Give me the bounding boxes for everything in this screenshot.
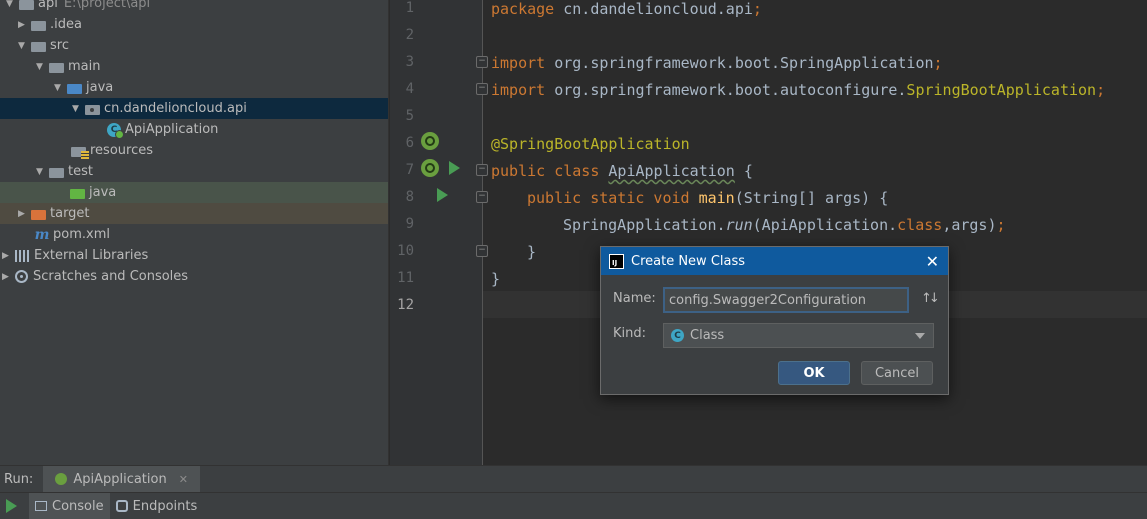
chevron-down-icon[interactable]: ▼ [52,82,63,93]
tree-root-api[interactable]: ▼ api E:\project\api [0,0,388,14]
module-folder-icon [19,0,34,10]
run-gutter-icon[interactable] [449,161,460,175]
tree-item-java-main[interactable]: ▼ java [0,77,388,98]
line-number: 11 [397,270,414,286]
chevron-right-icon[interactable]: ▶ [16,208,27,219]
tree-item-scratches[interactable]: ▶ Scratches and Consoles [0,266,388,287]
line-number: 1 [405,0,414,16]
project-tool-window: ▼ api E:\project\api ▶ .idea ▼ src ▼ mai… [0,0,389,465]
run-label: Run: [4,471,34,487]
line-number: 4 [405,81,414,97]
excluded-folder-icon [31,208,46,220]
tree-item-pom[interactable]: m pom.xml [0,224,388,245]
tree-item-main[interactable]: ▼ main [0,56,388,77]
close-icon[interactable]: ✕ [926,252,939,271]
run-tab-apiapplication[interactable]: ApiApplication ✕ [43,465,200,493]
class-name-input[interactable] [663,287,909,313]
tree-item-external-libraries[interactable]: ▶ External Libraries [0,245,388,266]
name-label: Name: [613,291,656,306]
chevron-right-icon[interactable]: ▶ [16,19,27,30]
scratches-icon [15,270,28,283]
run-icon[interactable] [6,499,17,513]
code-line-9: SpringApplication.run(ApiApplication.cla… [563,216,1006,234]
libraries-icon [15,249,29,262]
tree-item-src[interactable]: ▼ src [0,35,388,56]
line-number: 3 [405,54,414,70]
line-number: 5 [405,108,414,124]
ok-button[interactable]: OK [778,361,850,385]
line-number: 6 [405,135,414,151]
resources-folder-icon [71,145,89,159]
tree-item-package[interactable]: ▼ cn.dandelioncloud.api [0,98,388,119]
tree-item-java-test[interactable]: java [0,182,388,203]
chevron-down-icon[interactable]: ▼ [34,166,45,177]
fold-marker-icon[interactable]: − [476,83,488,95]
code-line-7: public class ApiApplication { [491,162,753,180]
intellij-logo-icon: IJ [609,253,624,269]
chevron-right-icon[interactable]: ▶ [0,250,11,261]
tree-item-resources[interactable]: resources [0,140,388,161]
folder-icon [31,40,46,52]
chevron-down-icon[interactable]: ▼ [34,61,45,72]
endpoints-icon [115,500,128,512]
tree-item-apiapplication[interactable]: C ApiApplication [0,119,388,140]
code-editor[interactable]: 1 2 3 4 5 6 7 8 9 10 11 12 − − − − − pac… [390,0,1147,465]
fold-marker-icon[interactable]: − [476,245,488,257]
create-new-class-dialog: IJ Create New Class ✕ Name: ↑↓ Kind: C C… [600,246,949,395]
chevron-down-icon[interactable]: ▼ [4,0,15,9]
run-tool-bar: Run: ApiApplication ✕ [0,465,1147,493]
dialog-title: Create New Class [631,253,746,269]
line-number: 8 [405,189,414,205]
console-icon [35,501,47,511]
code-line-3: import org.springframework.boot.SpringAp… [491,54,943,72]
package-icon [85,103,100,115]
folder-icon [49,61,64,73]
tab-console[interactable]: Console [29,492,110,519]
folder-icon [31,19,46,31]
maven-icon: m [34,226,50,243]
close-icon[interactable]: ✕ [179,473,188,486]
line-number: 9 [405,216,414,232]
spring-bean-icon[interactable] [421,132,439,150]
sort-icon[interactable]: ↑↓ [921,291,940,306]
kind-label: Kind: [613,326,647,341]
spring-class-icon: C [107,122,124,139]
chevron-down-icon[interactable]: ▼ [70,103,81,114]
tab-endpoints[interactable]: Endpoints [110,493,204,519]
code-line-8: public static void main(String[] args) { [527,189,889,207]
line-number: 12 [397,297,414,313]
dialog-title-bar[interactable]: IJ Create New Class [601,247,948,275]
fold-marker-icon[interactable]: − [476,191,488,203]
code-line-6: @SpringBootApplication [491,135,690,153]
code-line-11: } [491,270,501,288]
line-number: 7 [405,162,414,178]
code-line-1: package cn.dandelioncloud.api; [491,0,762,18]
spring-bean-icon[interactable] [421,159,439,177]
class-kind-icon: C [671,329,684,342]
folder-icon [49,166,64,178]
chevron-down-icon[interactable]: ▼ [16,40,27,51]
code-line-10: } [527,243,537,261]
console-tab-bar: Console Endpoints [0,492,1147,519]
chevron-down-icon [915,333,925,339]
tab-console-label: Console [52,498,104,514]
run-tab-label: ApiApplication [73,471,167,487]
fold-marker-icon[interactable]: − [476,164,488,176]
run-gutter-icon[interactable] [437,188,448,202]
chevron-right-icon[interactable]: ▶ [0,271,11,282]
code-line-4: import org.springframework.boot.autoconf… [491,81,1106,99]
kind-select[interactable]: C Class [663,323,934,348]
tab-endpoints-label: Endpoints [132,498,198,514]
spring-boot-icon [55,473,68,485]
kind-select-value: Class [690,328,725,343]
tree-item-idea[interactable]: ▶ .idea [0,14,388,35]
test-folder-icon [70,187,85,199]
tree-item-target[interactable]: ▶ target [0,203,388,224]
line-number: 10 [397,243,414,259]
fold-marker-icon[interactable]: − [476,56,488,68]
tree-item-test[interactable]: ▼ test [0,161,388,182]
line-number: 2 [405,27,414,43]
cancel-button[interactable]: Cancel [861,361,933,385]
source-folder-icon [67,82,82,94]
